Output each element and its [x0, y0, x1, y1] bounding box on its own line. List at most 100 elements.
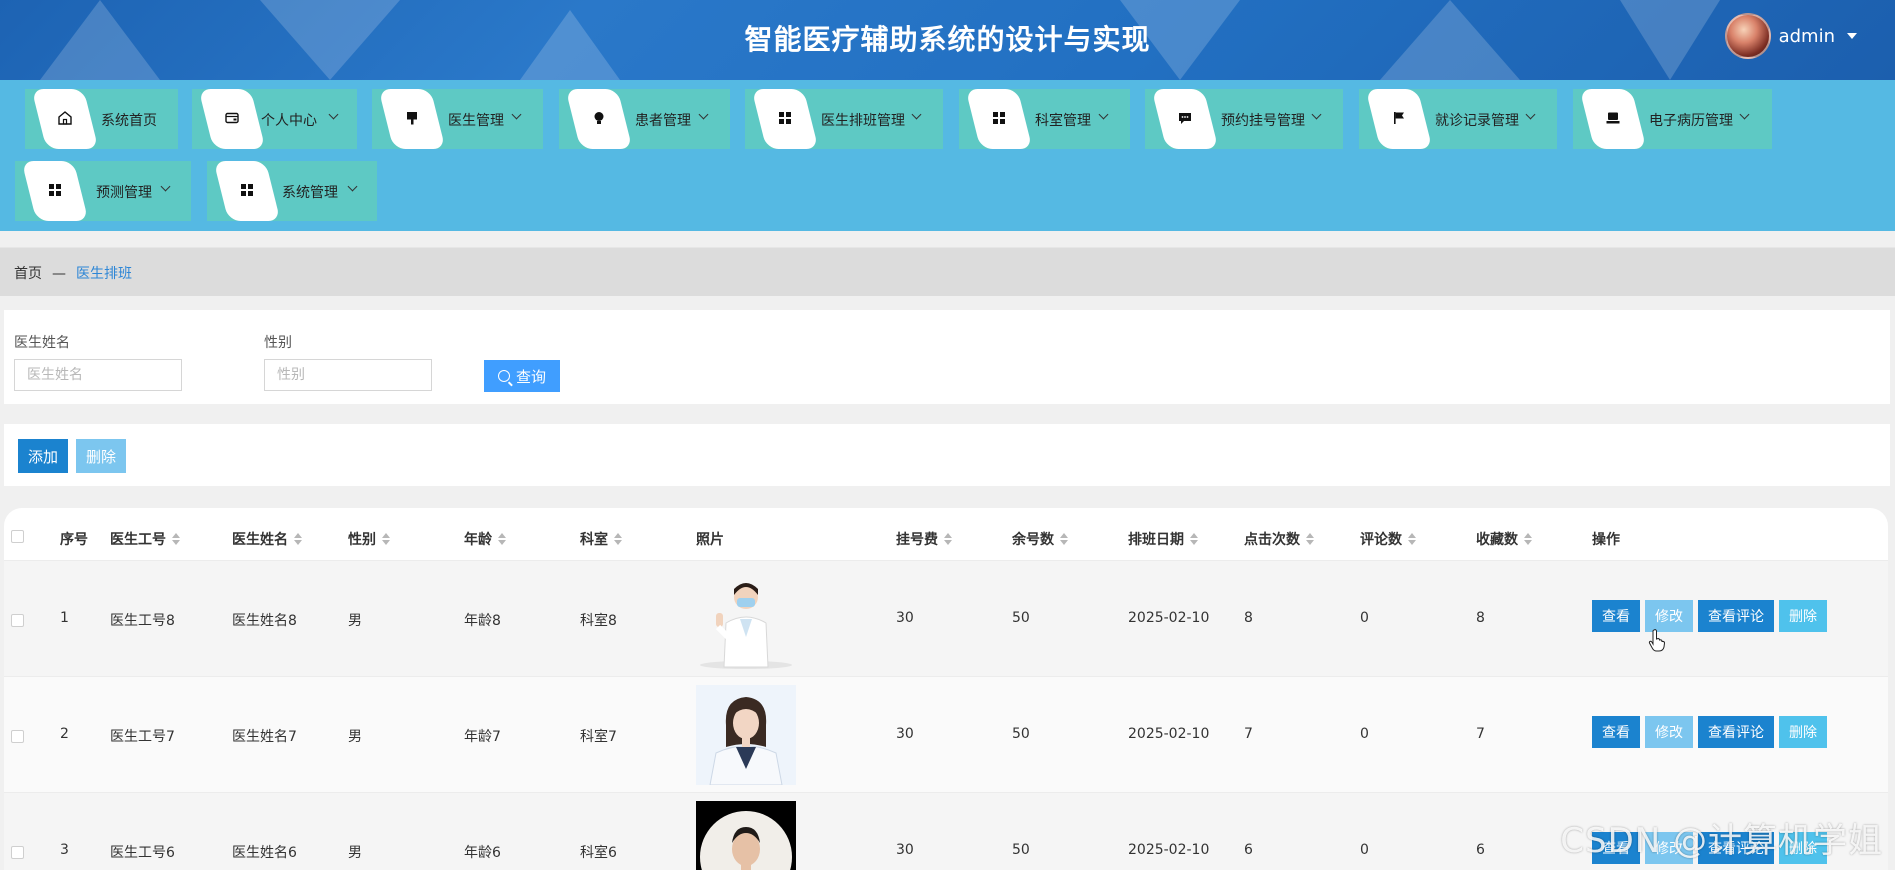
- breadcrumb-bar: 首页 — 医生排班: [0, 247, 1895, 296]
- cell-clicks: 6: [1244, 842, 1253, 858]
- col-gender[interactable]: 性别: [348, 529, 390, 549]
- delete-row-button[interactable]: 删除: [1779, 716, 1827, 748]
- col-date[interactable]: 排班日期: [1128, 529, 1198, 549]
- nav-item-home[interactable]: 系统首页: [25, 89, 178, 149]
- monitor-icon: [1603, 110, 1623, 128]
- col-clicks[interactable]: 点击次数: [1244, 529, 1314, 549]
- row-checkbox[interactable]: [11, 730, 24, 743]
- view-comments-button[interactable]: 查看评论: [1698, 600, 1774, 632]
- chevron-down-icon[interactable]: [1098, 109, 1109, 120]
- chevron-down-icon[interactable]: [328, 109, 339, 120]
- nav-label[interactable]: 系统管理: [282, 182, 338, 202]
- nav-item-system-mgmt[interactable]: 系统管理: [207, 161, 377, 221]
- col-dept[interactable]: 科室: [580, 529, 622, 549]
- sort-icon[interactable]: [498, 533, 506, 545]
- doctor-name-input[interactable]: [14, 359, 182, 391]
- table-row: 1 医生工号8 医生姓名8 男 年龄8 科室8 30 50 2025-02-10…: [4, 560, 1888, 677]
- cell-doctor-name: 医生姓名8: [232, 613, 297, 629]
- nav-item-prediction-mgmt[interactable]: 预测管理: [15, 161, 191, 221]
- nav-item-emr-mgmt[interactable]: 电子病历管理: [1573, 89, 1772, 149]
- col-remaining[interactable]: 余号数: [1012, 529, 1068, 549]
- sort-icon[interactable]: [1060, 533, 1068, 545]
- nav-label[interactable]: 电子病历管理: [1649, 110, 1733, 130]
- bulb-icon: [589, 110, 609, 128]
- delete-row-button[interactable]: 删除: [1779, 600, 1827, 632]
- col-favorites[interactable]: 收藏数: [1476, 529, 1532, 549]
- add-button[interactable]: 添加: [18, 439, 68, 473]
- cell-fee: 30: [896, 726, 914, 742]
- cell-gender: 男: [348, 729, 362, 745]
- chevron-down-icon[interactable]: [1525, 109, 1536, 120]
- nav-label[interactable]: 医生管理: [448, 110, 504, 130]
- gender-input[interactable]: [264, 359, 432, 391]
- sort-icon[interactable]: [614, 533, 622, 545]
- grid-icon: [989, 110, 1009, 128]
- chevron-down-icon[interactable]: [347, 181, 358, 192]
- sort-icon[interactable]: [944, 533, 952, 545]
- table-row: 2 医生工号7 医生姓名7 男 年龄7 科室7 30 50 2025-02-10…: [4, 676, 1888, 793]
- gender-label: 性别: [264, 335, 292, 351]
- view-button[interactable]: 查看: [1592, 600, 1640, 632]
- cell-doctor-id: 医生工号6: [110, 845, 175, 861]
- cell-favorites: 6: [1476, 842, 1485, 858]
- row-checkbox[interactable]: [11, 614, 24, 627]
- user-menu[interactable]: admin: [1724, 13, 1857, 59]
- sort-icon[interactable]: [1524, 533, 1532, 545]
- nav-item-patient-mgmt[interactable]: 患者管理: [559, 89, 730, 149]
- nav-label[interactable]: 系统首页: [101, 110, 157, 130]
- edit-button[interactable]: 修改: [1645, 716, 1693, 748]
- chevron-down-icon[interactable]: [698, 109, 709, 120]
- username[interactable]: admin: [1779, 26, 1835, 47]
- cell-comments: 0: [1360, 610, 1369, 626]
- chevron-down-icon[interactable]: [1739, 109, 1750, 120]
- nav-label[interactable]: 医生排班管理: [821, 110, 905, 130]
- col-age[interactable]: 年龄: [464, 529, 506, 549]
- sort-icon[interactable]: [1190, 533, 1198, 545]
- main-nav: 系统首页 个人中心 医生管理 患者管理 医生排班管理 科室管理 预约挂号管理 就…: [0, 80, 1895, 231]
- cell-dept: 科室7: [580, 729, 617, 745]
- nav-item-dept-mgmt[interactable]: 科室管理: [959, 89, 1130, 149]
- view-comments-button[interactable]: 查看评论: [1698, 716, 1774, 748]
- nav-item-personal-center[interactable]: 个人中心: [192, 89, 357, 149]
- nav-label[interactable]: 个人中心: [261, 110, 317, 130]
- query-button[interactable]: 查询: [484, 360, 560, 392]
- avatar[interactable]: [1724, 13, 1771, 59]
- col-fee[interactable]: 挂号费: [896, 529, 952, 549]
- nav-label[interactable]: 科室管理: [1035, 110, 1091, 130]
- col-comments[interactable]: 评论数: [1360, 529, 1416, 549]
- nav-item-doctor-mgmt[interactable]: 医生管理: [372, 89, 543, 149]
- col-doctor-id[interactable]: 医生工号: [110, 529, 180, 549]
- grid-icon: [775, 110, 795, 128]
- chevron-down-icon[interactable]: [511, 109, 522, 120]
- sort-icon[interactable]: [294, 533, 302, 545]
- chevron-down-icon[interactable]: [911, 109, 922, 120]
- nav-label[interactable]: 预测管理: [96, 182, 152, 202]
- nav-label[interactable]: 预约挂号管理: [1221, 110, 1305, 130]
- brush-icon: [402, 110, 422, 128]
- view-button[interactable]: 查看: [1592, 716, 1640, 748]
- sort-icon[interactable]: [382, 533, 390, 545]
- caret-down-icon[interactable]: [1847, 33, 1857, 39]
- cell-favorites: 8: [1476, 610, 1485, 626]
- chat-icon: [1175, 110, 1195, 128]
- grid-icon: [237, 182, 257, 200]
- nav-item-visit-records[interactable]: 就诊记录管理: [1359, 89, 1557, 149]
- grid-icon: [45, 182, 65, 200]
- row-checkbox[interactable]: [11, 846, 24, 859]
- breadcrumb-home[interactable]: 首页: [14, 266, 42, 282]
- col-doctor-name[interactable]: 医生姓名: [232, 529, 302, 549]
- nav-item-appointment-mgmt[interactable]: 预约挂号管理: [1145, 89, 1343, 149]
- chevron-down-icon[interactable]: [1311, 109, 1322, 120]
- cell-remaining: 50: [1012, 842, 1030, 858]
- sort-icon[interactable]: [172, 533, 180, 545]
- nav-label[interactable]: 就诊记录管理: [1435, 110, 1519, 130]
- sort-icon[interactable]: [1408, 533, 1416, 545]
- nav-item-schedule-mgmt[interactable]: 医生排班管理: [745, 89, 943, 149]
- sort-icon[interactable]: [1306, 533, 1314, 545]
- chevron-down-icon[interactable]: [160, 181, 171, 192]
- flag-icon: [1389, 110, 1409, 128]
- delete-button[interactable]: 删除: [76, 439, 126, 473]
- nav-label[interactable]: 患者管理: [635, 110, 691, 130]
- select-all-checkbox[interactable]: [11, 530, 24, 543]
- cell-fee: 30: [896, 610, 914, 626]
